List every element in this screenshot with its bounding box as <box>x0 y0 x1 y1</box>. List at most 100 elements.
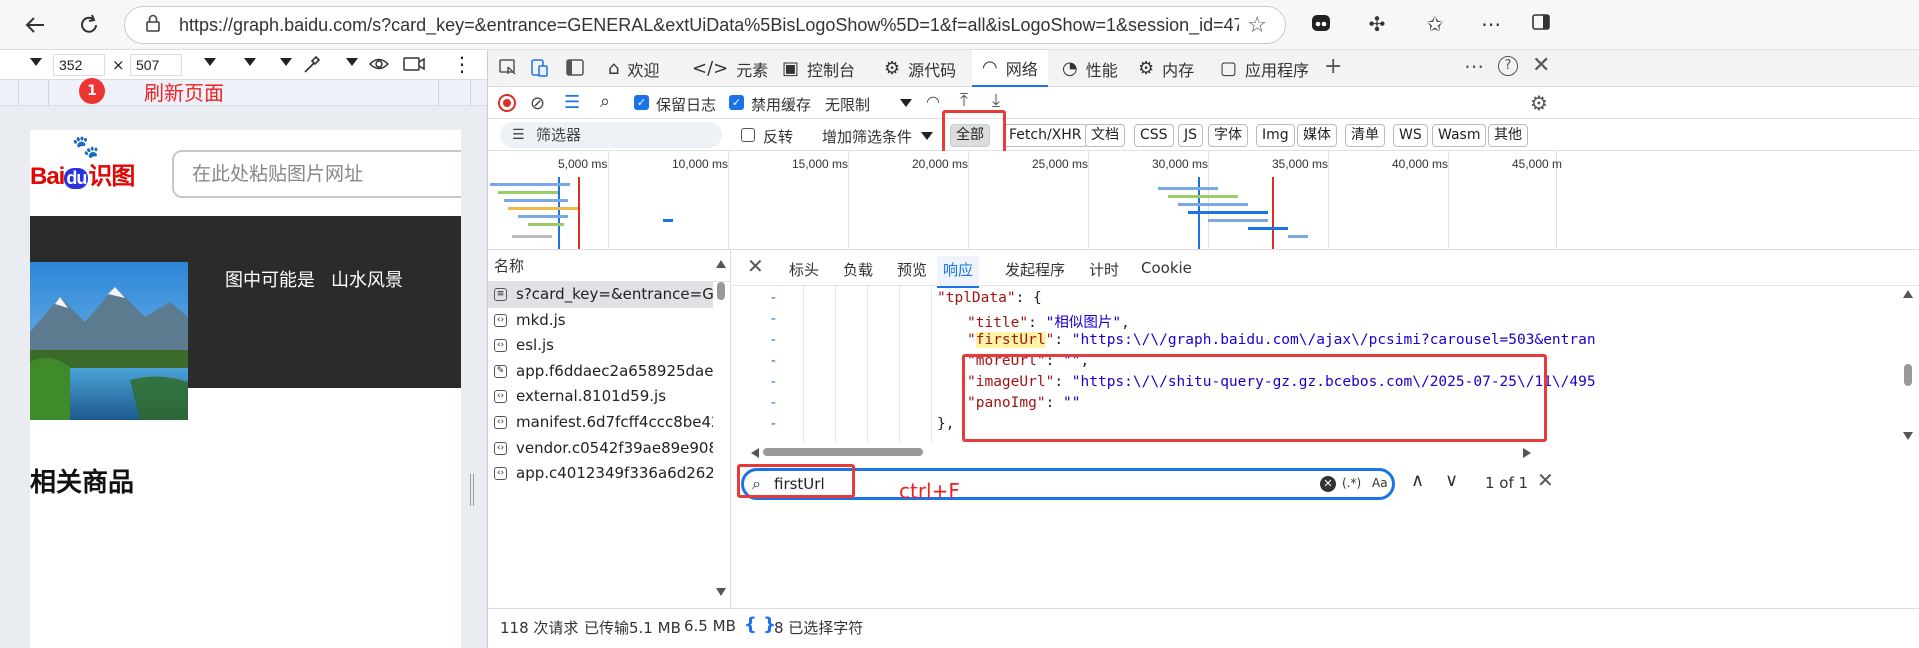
match-count: 1 of 1 <box>1485 474 1529 492</box>
favorites-icon[interactable]: ✩ <box>1422 12 1448 36</box>
zoom-dropdown-icon[interactable] <box>204 58 216 66</box>
close-find-icon[interactable]: ✕ <box>1537 468 1554 492</box>
device-height-input[interactable]: 507 <box>130 54 182 76</box>
device-dropdown-icon[interactable] <box>30 58 42 66</box>
add-tab-icon[interactable]: + <box>1324 54 1342 79</box>
help-icon[interactable]: ? <box>1498 56 1518 76</box>
network-settings-icon[interactable]: ⚙ <box>1530 91 1548 115</box>
network-conditions-icon[interactable]: ◠ <box>926 92 940 111</box>
request-row[interactable]: ‹› esl.js <box>488 333 713 359</box>
tab-sources[interactable]: ⚙ 源代码 <box>884 50 956 87</box>
request-row[interactable]: ‹› mkd.js <box>488 308 713 334</box>
filter-icon: ☰ <box>512 127 525 143</box>
filter-other[interactable]: 其他 <box>1488 124 1528 147</box>
regex-toggle[interactable]: (.*) <box>1342 476 1361 490</box>
rotate-dropdown-icon[interactable] <box>280 58 292 66</box>
tab-network[interactable]: ◠ 网络 <box>972 50 1048 87</box>
tab-payload[interactable]: 负载 <box>843 259 873 280</box>
tab-console[interactable]: ▣ 控制台 <box>782 50 855 87</box>
filter-fetch-xhr[interactable]: Fetch/XHR <box>1003 124 1088 147</box>
tab-performance[interactable]: ◔ 性能 <box>1062 50 1118 87</box>
request-row[interactable]: ‹›vendor.c0542f39ae89e9085... <box>488 436 713 462</box>
throttling-dropdown-icon[interactable] <box>900 99 912 107</box>
code-horizontal-scrollbar[interactable] <box>751 446 1531 458</box>
next-match-icon[interactable]: ∨ <box>1445 470 1458 491</box>
invert-checkbox[interactable] <box>741 128 755 142</box>
clear-icon[interactable]: ⊘ <box>530 93 545 114</box>
request-row[interactable]: ‹› external.8101d59.js <box>488 384 713 410</box>
preserve-log-checkbox[interactable]: ✓ <box>634 95 649 110</box>
extension-game-icon[interactable] <box>1308 12 1334 39</box>
record-icon[interactable] <box>498 94 516 112</box>
filter-js[interactable]: JS <box>1178 124 1204 147</box>
eyedropper-icon[interactable] <box>302 53 322 79</box>
filter-media[interactable]: 媒体 <box>1297 124 1337 147</box>
filter-manifest[interactable]: 清单 <box>1345 124 1385 147</box>
more-filters-button[interactable]: 增加筛选条件 <box>822 126 912 147</box>
filter-wasm[interactable]: Wasm <box>1432 124 1487 147</box>
vision-dropdown-icon[interactable] <box>346 58 358 66</box>
filter-img[interactable]: Img <box>1256 124 1295 147</box>
code-line: - "tplData": { <box>769 290 1042 306</box>
address-bar[interactable]: https://graph.baidu.com/s?card_key=&entr… <box>124 6 1286 44</box>
filter-input[interactable]: ☰ 筛选器 <box>500 122 722 148</box>
tab-cookies[interactable]: Cookie <box>1141 259 1192 277</box>
devtools-more-icon[interactable]: ⋯ <box>1464 54 1484 78</box>
image-url-search-input[interactable]: 在此处粘贴图片网址 <box>172 150 461 198</box>
request-row[interactable]: ≡s?card_key=&entrance=GE... <box>488 282 713 308</box>
filter-toggle-icon[interactable]: ☰ <box>564 92 580 113</box>
throttle-dropdown-icon[interactable] <box>244 58 256 66</box>
close-devtools-icon[interactable]: ✕ <box>1532 53 1550 78</box>
screencast-icon[interactable] <box>402 54 426 78</box>
tab-response[interactable]: 响应 <box>937 256 980 288</box>
extensions-puzzle-icon[interactable]: ✣ <box>1364 12 1390 36</box>
tab-headers[interactable]: 标头 <box>789 259 819 280</box>
device-width-input[interactable]: 352 <box>53 54 105 76</box>
favorite-star-icon[interactable]: ☆ <box>1247 13 1267 38</box>
preserve-log-label: 保留日志 <box>656 96 717 114</box>
lock-icon[interactable] <box>145 14 161 36</box>
request-detail-panel: ✕ 标头 负载 预览 响应 发起程序 计时 Cookie - "tplData":… <box>731 250 1919 608</box>
throttling-select[interactable]: 无限制 <box>825 94 870 115</box>
filter-font[interactable]: 字体 <box>1208 124 1248 147</box>
export-har-icon[interactable]: ⤓ <box>992 90 1000 111</box>
tab-preview[interactable]: 预览 <box>897 259 927 280</box>
request-row[interactable]: ‹›manifest.6d7fcff4ccc8be42c... <box>488 410 713 436</box>
close-detail-icon[interactable]: ✕ <box>747 254 764 278</box>
tab-welcome[interactable]: ⌂ 欢迎 <box>608 50 659 87</box>
back-arrow-icon[interactable] <box>20 10 50 40</box>
tab-application[interactable]: ▢ 应用程序 <box>1220 50 1309 87</box>
eye-icon[interactable] <box>368 54 390 78</box>
dock-side-icon[interactable] <box>566 58 584 82</box>
match-case-toggle[interactable]: Aa <box>1372 476 1388 490</box>
more-options-icon[interactable]: ⋮ <box>452 52 472 76</box>
code-scrollbar[interactable] <box>1903 286 1913 442</box>
more-menu-icon[interactable]: ⋯ <box>1478 12 1504 36</box>
filter-css[interactable]: CSS <box>1134 124 1174 147</box>
tab-initiator[interactable]: 发起程序 <box>1005 259 1065 280</box>
filter-doc[interactable]: 文档 <box>1085 124 1125 147</box>
tab-elements[interactable]: </> 元素 <box>692 50 768 87</box>
sidebar-toggle-icon[interactable] <box>1528 12 1554 37</box>
clear-search-icon[interactable]: ✕ <box>1320 476 1336 492</box>
pane-resize-handle[interactable] <box>470 474 474 506</box>
device-toggle-icon[interactable] <box>530 58 550 82</box>
import-har-icon[interactable]: ⤒ <box>960 90 968 111</box>
script-icon: ‹› <box>494 415 507 429</box>
filter-ws[interactable]: WS <box>1393 124 1428 147</box>
refresh-icon[interactable] <box>74 10 104 40</box>
request-row[interactable]: ‹›app.c4012349f336a6d26281... <box>488 461 713 487</box>
annotation-box-find <box>737 464 855 498</box>
request-list-scrollbar[interactable] <box>716 260 726 600</box>
name-column-header[interactable]: 名称 <box>488 250 730 282</box>
format-braces-icon[interactable]: { } <box>744 614 776 635</box>
tab-timing[interactable]: 计时 <box>1089 259 1119 280</box>
disable-cache-checkbox[interactable]: ✓ <box>729 95 744 110</box>
previous-match-icon[interactable]: ∧ <box>1411 470 1424 491</box>
search-icon[interactable]: ⌕ <box>600 91 610 112</box>
inspect-element-icon[interactable] <box>498 58 518 82</box>
baidu-logo[interactable]: Bai du识图 🐾 <box>30 134 135 191</box>
request-row[interactable]: ✎app.f6ddaec2a658925dae6a... <box>488 359 713 385</box>
tab-memory[interactable]: ⚙ 内存 <box>1138 50 1194 87</box>
more-filters-dropdown-icon[interactable] <box>921 132 933 140</box>
